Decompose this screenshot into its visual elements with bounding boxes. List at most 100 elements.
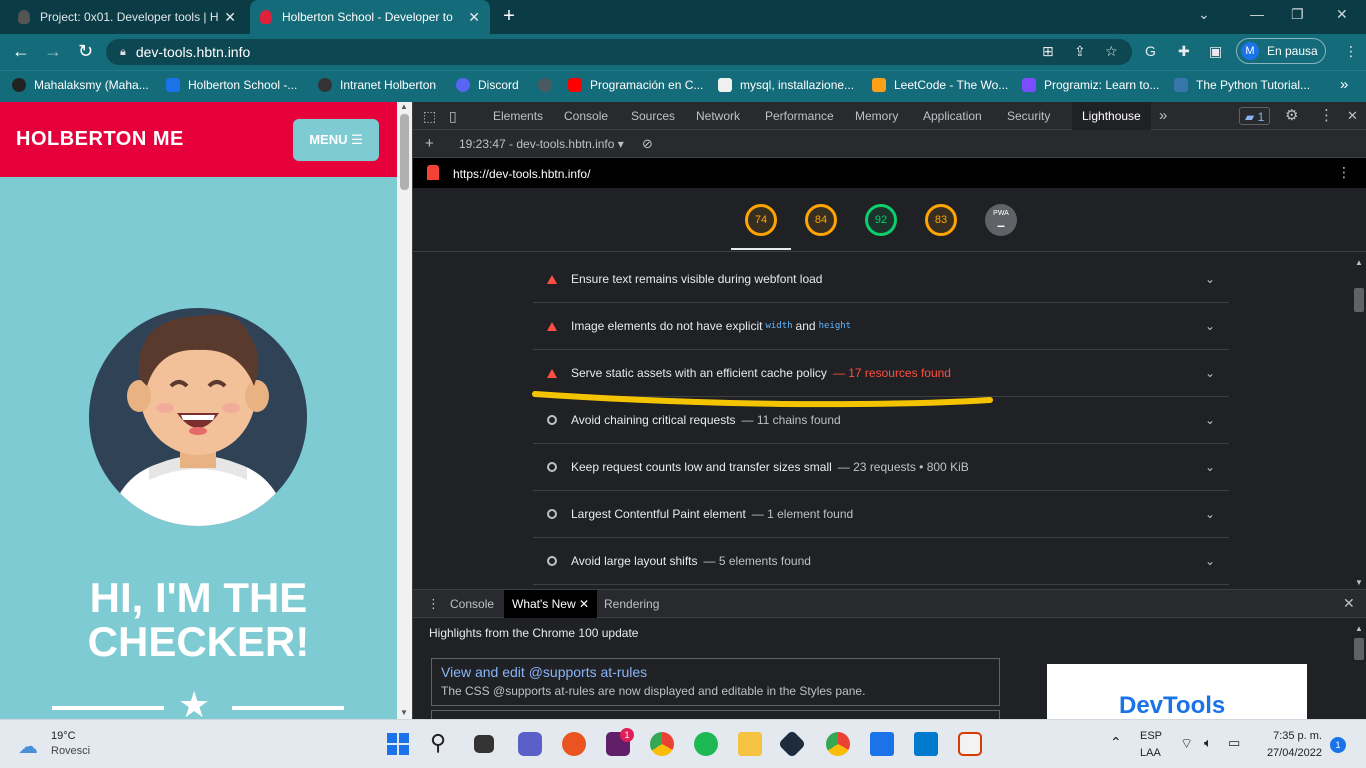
notification-count[interactable]: 1	[1330, 737, 1346, 753]
bookmark-item[interactable]: Intranet Holberton	[318, 78, 436, 92]
report-url[interactable]: https://dev-tools.hbtn.info/	[453, 167, 590, 181]
audit-row[interactable]: Image elements do not have explicit widt…	[533, 303, 1229, 350]
devtools-tab-console[interactable]: Console	[564, 102, 608, 130]
audit-row[interactable]: Largest Contentful Paint element — 1 ele…	[533, 491, 1229, 538]
menu-button[interactable]: MENU ☰	[293, 119, 379, 161]
new-report-plus-icon[interactable]: +	[425, 135, 434, 152]
chevron-down-icon[interactable]: ⌄	[1205, 319, 1215, 333]
more-tabs-button[interactable]: »	[1159, 102, 1167, 130]
close-tab-icon[interactable]: ✕	[224, 9, 236, 26]
page-scrollbar[interactable]: ▲ ▼	[397, 102, 412, 719]
scroll-down-arrow-icon[interactable]: ▼	[1355, 578, 1363, 587]
wifi-icon[interactable]: ⌔	[1180, 735, 1193, 753]
audit-row[interactable]: Keep request counts low and transfer siz…	[533, 444, 1229, 491]
file-explorer-icon[interactable]	[738, 732, 762, 756]
chevron-down-icon[interactable]: ⌄	[1205, 413, 1215, 427]
bookmark-item[interactable]: Programación en C...	[568, 78, 703, 92]
report-menu-icon[interactable]: ⋮	[1337, 164, 1351, 181]
chevron-down-icon[interactable]: ⌄	[1205, 460, 1215, 474]
devtools-tab-memory[interactable]: Memory	[855, 102, 898, 130]
speaker-icon[interactable]: 🔈︎	[1204, 735, 1212, 751]
forward-arrow-icon[interactable]: →	[44, 42, 62, 60]
drawer-tab-rendering[interactable]: Rendering	[604, 597, 659, 611]
score-gauge-pwa[interactable]: PWA –	[985, 204, 1017, 236]
clock-date[interactable]: 27/04/2022	[1256, 747, 1322, 759]
report-selector[interactable]: 19:23:47 - dev-tools.hbtn.info ▾	[459, 137, 624, 151]
drawer-tab-console[interactable]: Console	[450, 597, 494, 611]
score-gauge-accessibility[interactable]: 84	[805, 204, 837, 236]
scroll-up-arrow-icon[interactable]: ▲	[400, 102, 408, 111]
chevron-down-icon[interactable]: ⌄	[1205, 272, 1215, 286]
scroll-down-arrow-icon[interactable]: ▼	[400, 708, 408, 717]
input-language[interactable]: ESP	[1140, 730, 1162, 742]
ubuntu-icon[interactable]	[562, 732, 586, 756]
bookmark-item[interactable]: LeetCode - The Wo...	[872, 78, 1008, 92]
issues-counter[interactable]: ▰ 1	[1239, 107, 1271, 125]
clock-time[interactable]: 7:35 p. m.	[1262, 730, 1322, 742]
devtools-menu-icon[interactable]: ⋮	[1319, 102, 1334, 130]
bookmark-item[interactable]: Discord	[456, 78, 519, 92]
score-gauge-performance[interactable]: 74	[745, 204, 777, 236]
snipping-tool-icon[interactable]	[958, 732, 982, 756]
chrome-profile-icon[interactable]	[826, 732, 850, 756]
score-gauge-best-practices[interactable]: 92	[865, 204, 897, 236]
news-card[interactable]: View and edit @supports at-rules The CSS…	[431, 658, 1000, 706]
drawer-scrollbar-thumb[interactable]	[1354, 638, 1364, 660]
extensions-puzzle-icon[interactable]: ✚	[1178, 43, 1190, 60]
new-tab-button[interactable]: +	[498, 6, 520, 28]
close-drawer-icon[interactable]: ✕	[1343, 595, 1355, 612]
drawer-tab-whats-new[interactable]: What's New ✕	[504, 590, 598, 618]
minimize-icon[interactable]: —	[1250, 6, 1264, 22]
devtools-tab-performance[interactable]: Performance	[765, 102, 834, 130]
share-icon[interactable]: ⇪	[1074, 43, 1086, 60]
devtools-scrollbar[interactable]: ▲ ▼	[1351, 258, 1366, 589]
spotify-icon[interactable]	[694, 732, 718, 756]
task-view-icon[interactable]	[474, 735, 494, 753]
restore-icon[interactable]: ❐	[1291, 6, 1304, 23]
bookmark-item[interactable]: Programiz: Learn to...	[1022, 78, 1159, 92]
bookmarks-overflow-button[interactable]: »	[1340, 76, 1348, 93]
browser-tab-devtools[interactable]: Holberton School - Developer to ✕	[250, 0, 490, 34]
drawer-scrollbar[interactable]: ▲	[1351, 624, 1366, 720]
address-bar[interactable]: 🔒︎ dev-tools.hbtn.info	[106, 39, 1132, 65]
devtools-tab-network[interactable]: Network	[696, 102, 740, 130]
device-toolbar-icon[interactable]: ▯	[449, 102, 457, 130]
settings-gear-icon[interactable]: ⚙	[1285, 102, 1298, 130]
windows-start-icon[interactable]	[386, 732, 410, 756]
bookmark-item[interactable]: The Python Tutorial...	[1174, 78, 1310, 92]
bookmark-item[interactable]: Holberton School -...	[166, 78, 297, 92]
scroll-up-arrow-icon[interactable]: ▲	[1355, 624, 1363, 633]
clear-reports-icon[interactable]: ⊘	[642, 136, 653, 152]
profile-button[interactable]: M En pausa	[1236, 38, 1326, 64]
back-arrow-icon[interactable]: ←	[12, 42, 30, 60]
devtools-tab-elements[interactable]: Elements	[493, 102, 543, 130]
chevron-down-icon[interactable]: ⌄	[1205, 366, 1215, 380]
battery-icon[interactable]: ▭	[1228, 735, 1240, 751]
page-scrollbar-thumb[interactable]	[400, 114, 409, 190]
devtools-scrollbar-thumb[interactable]	[1354, 288, 1364, 312]
notepad-icon[interactable]	[870, 732, 894, 756]
app-diamond-icon[interactable]	[777, 729, 807, 759]
chevron-down-icon[interactable]: ⌄	[1205, 507, 1215, 521]
inspect-element-icon[interactable]: ⬚	[423, 102, 436, 130]
scroll-up-arrow-icon[interactable]: ▲	[1355, 258, 1363, 267]
score-gauge-seo[interactable]: 83	[925, 204, 957, 236]
audit-row[interactable]: Ensure text remains visible during webfo…	[533, 258, 1229, 303]
bookmark-star-icon[interactable]: ☆	[1105, 43, 1118, 60]
side-panel-icon[interactable]: ▣	[1209, 43, 1222, 60]
reload-icon[interactable]: ↻	[78, 42, 93, 60]
google-translate-extension-icon[interactable]: G	[1145, 43, 1156, 59]
audit-row[interactable]: Avoid large layout shifts — 5 elements f…	[533, 538, 1229, 585]
news-title-link[interactable]: View and edit @supports at-rules	[441, 664, 647, 680]
chrome-menu-icon[interactable]: ⋮	[1344, 43, 1358, 60]
browser-tab-project[interactable]: Project: 0x01. Developer tools | H ✕	[8, 0, 246, 34]
devtools-tab-lighthouse[interactable]: Lighthouse	[1072, 102, 1151, 130]
chrome-icon[interactable]	[650, 732, 674, 756]
devtools-tab-sources[interactable]: Sources	[631, 102, 675, 130]
chevron-down-icon[interactable]: ⌄	[1205, 554, 1215, 568]
bookmark-item[interactable]: mysql, installazione...	[718, 78, 854, 92]
bookmark-item[interactable]: Mahalaksmy (Maha...	[12, 78, 149, 92]
chevron-up-icon[interactable]: ⌃	[1110, 734, 1122, 751]
devtools-tab-security[interactable]: Security	[1007, 102, 1050, 130]
close-tab-icon[interactable]: ✕	[579, 597, 589, 611]
